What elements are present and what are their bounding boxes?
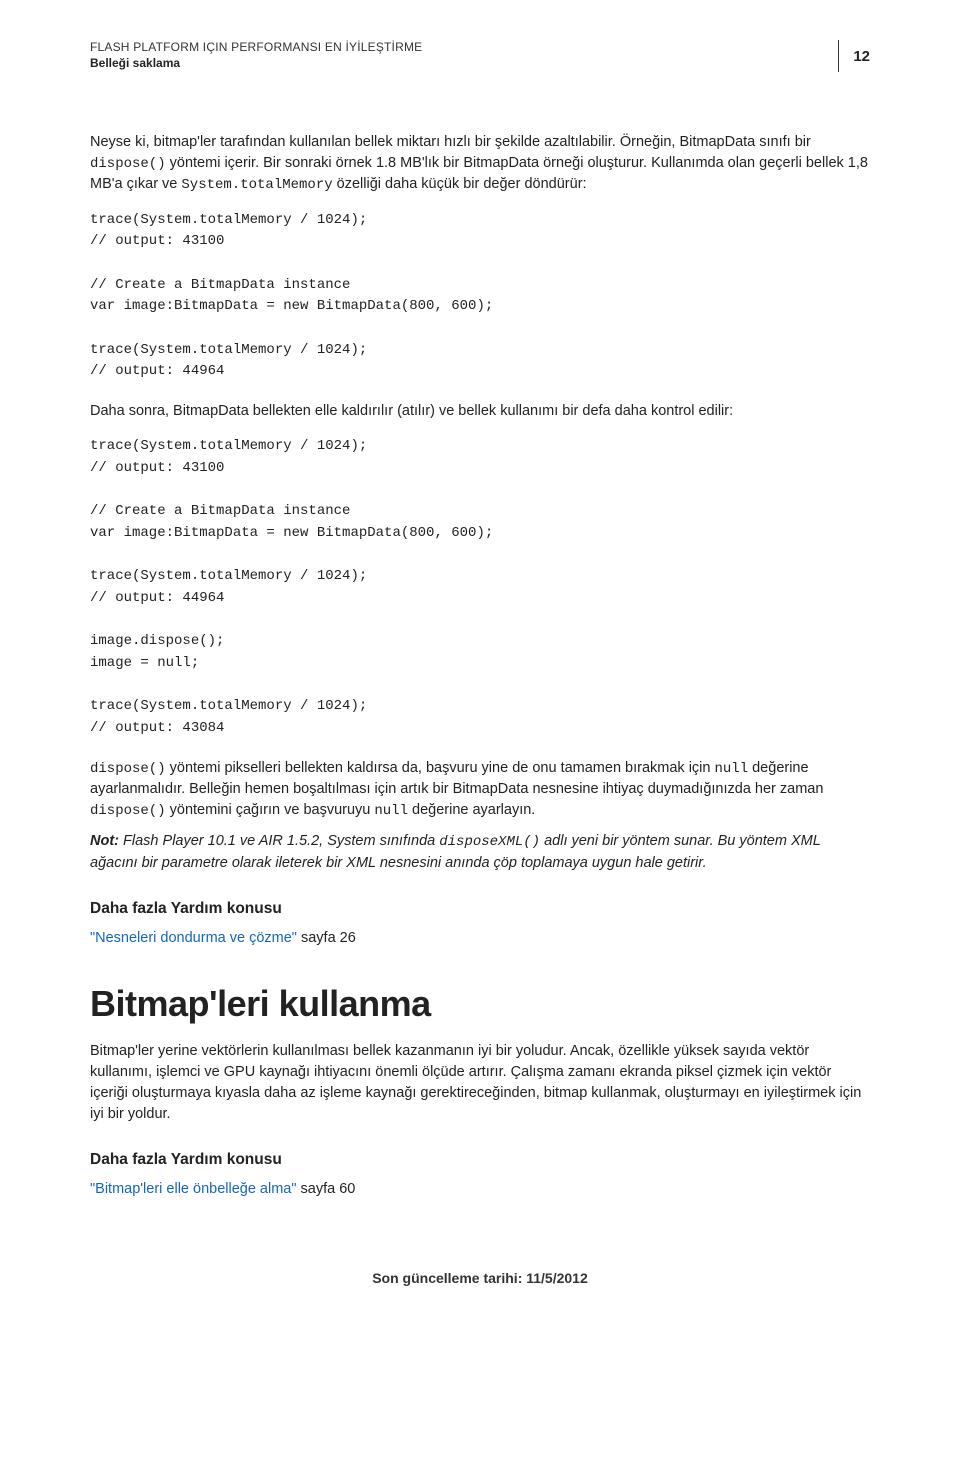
note-a: Flash Player 10.1 ve AIR 1.5.2, System s… — [123, 833, 439, 849]
more-help2-tail: sayfa 60 — [297, 1181, 356, 1197]
para3-code-null: null — [714, 761, 748, 777]
section-title: Belleği saklama — [90, 56, 832, 70]
page-number: 12 — [853, 48, 870, 65]
link-freeze-unfreeze[interactable]: "Nesneleri dondurma ve çözme" — [90, 930, 297, 946]
content: Neyse ki, bitmap'ler tarafından kullanıl… — [90, 132, 870, 1200]
para1-code-totalmemory: System.totalMemory — [181, 177, 332, 193]
para3-b: yöntemi pikselleri bellekten kaldırsa da… — [166, 760, 715, 776]
paragraph-3: dispose() yöntemi pikselleri bellekten k… — [90, 758, 870, 822]
more-help-heading-2: Daha fazla Yardım konusu — [90, 1151, 870, 1169]
para3-f: yöntemini çağırın ve başvuruyu — [166, 802, 375, 818]
para1-code-dispose: dispose() — [90, 156, 166, 172]
more-help1-tail: sayfa 26 — [297, 930, 356, 946]
page-header: FLASH PLATFORM IÇIN PERFORMANSI EN İYİLE… — [90, 40, 870, 72]
paragraph-4: Bitmap'ler yerine vektörlerin kullanılma… — [90, 1041, 870, 1125]
more-help-link-row-2: "Bitmap'leri elle önbelleğe alma" sayfa … — [90, 1179, 870, 1200]
link-bitmap-caching[interactable]: "Bitmap'leri elle önbelleğe alma" — [90, 1181, 297, 1197]
note-label: Not: — [90, 833, 119, 849]
para3-code-dispose2: dispose() — [90, 803, 166, 819]
paragraph-2: Daha sonra, BitmapData bellekten elle ka… — [90, 401, 870, 422]
vertical-divider — [838, 40, 839, 72]
page-number-zone: 12 — [832, 40, 870, 72]
more-help-link-row-1: "Nesneleri dondurma ve çözme" sayfa 26 — [90, 928, 870, 949]
last-updated: Son güncelleme tarihi: 11/5/2012 — [372, 1270, 588, 1286]
note-code: disposeXML() — [439, 834, 540, 850]
para3-code-dispose: dispose() — [90, 761, 166, 777]
para1-pre: Neyse ki, bitmap'ler tarafından kullanıl… — [90, 134, 811, 150]
para3-h: değerine ayarlayın. — [408, 802, 535, 818]
more-help-heading-1: Daha fazla Yardım konusu — [90, 900, 870, 918]
para3-code-null2: null — [374, 803, 408, 819]
code-block-2: trace(System.totalMemory / 1024); // out… — [90, 436, 870, 740]
paragraph-1: Neyse ki, bitmap'ler tarafından kullanıl… — [90, 132, 870, 196]
header-left: FLASH PLATFORM IÇIN PERFORMANSI EN İYİLE… — [90, 40, 832, 70]
para1-tail: özelliği daha küçük bir değer döndürür: — [333, 176, 587, 192]
doc-title: FLASH PLATFORM IÇIN PERFORMANSI EN İYİLE… — [90, 40, 832, 54]
page-footer: Son güncelleme tarihi: 11/5/2012 — [90, 1270, 870, 1288]
heading-bitmaps: Bitmap'leri kullanma — [90, 983, 870, 1025]
code-block-1: trace(System.totalMemory / 1024); // out… — [90, 210, 870, 384]
note-paragraph: Not: Flash Player 10.1 ve AIR 1.5.2, Sys… — [90, 831, 870, 873]
